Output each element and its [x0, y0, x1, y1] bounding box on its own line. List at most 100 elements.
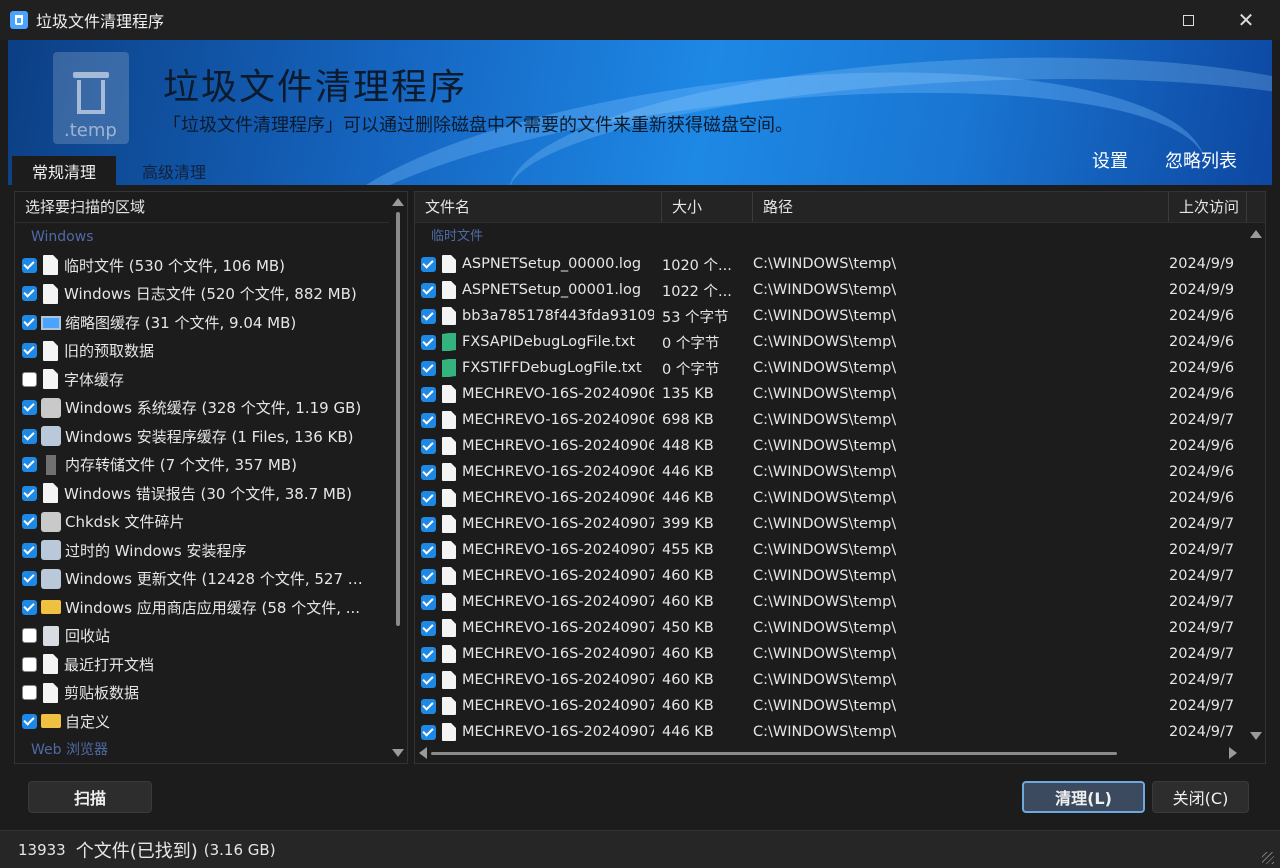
checkbox[interactable]	[421, 542, 436, 558]
scan-area-item[interactable]: 字体缓存	[15, 365, 407, 394]
table-row[interactable]: MECHREVO-16S-20240907... 399 KB C:\WINDOWS…	[415, 511, 1265, 537]
checkbox[interactable]	[421, 308, 436, 324]
checkbox[interactable]	[22, 286, 37, 302]
table-row[interactable]: MECHREVO-16S-20240907... 450 KB C:\WINDOWS…	[415, 615, 1265, 641]
table-row[interactable]: FXSAPIDebugLogFile.txt 0 个字节 C:\WINDOWS\te…	[415, 329, 1265, 355]
table-row[interactable]: MECHREVO-16S-20240907... 460 KB C:\WINDOWS…	[415, 693, 1265, 719]
checkbox[interactable]	[22, 685, 37, 701]
checkbox[interactable]	[421, 724, 436, 740]
scan-area-item[interactable]: 回收站	[15, 622, 407, 651]
scroll-thumb[interactable]	[396, 212, 400, 626]
table-row[interactable]: MECHREVO-16S-20240907... 460 KB C:\WINDOWS…	[415, 563, 1265, 589]
scan-area-item[interactable]: 过时的 Windows 安装程序	[15, 536, 407, 565]
checkbox[interactable]	[22, 542, 37, 558]
close-window-button[interactable]: ✕	[1218, 0, 1274, 40]
h-scroll-thumb[interactable]	[431, 752, 1117, 755]
scroll-left-icon[interactable]	[419, 747, 427, 759]
checkbox[interactable]	[421, 698, 436, 714]
scan-area-label: 字体缓存	[64, 370, 125, 389]
scan-area-item[interactable]: Chkdsk 文件碎片	[15, 508, 407, 537]
checkbox[interactable]	[421, 620, 436, 636]
checkbox[interactable]	[22, 371, 37, 387]
scan-area-item[interactable]: Windows 系统缓存 (328 个文件, 1.19 GB)	[15, 394, 407, 423]
table-row[interactable]: ASPNETSetup_00000.log 1020 个... C:\WINDOWS…	[415, 251, 1265, 277]
table-row[interactable]: MECHREVO-16S-20240907... 460 KB C:\WINDOWS…	[415, 589, 1265, 615]
checkbox[interactable]	[22, 343, 37, 359]
checkbox[interactable]	[421, 438, 436, 454]
checkbox[interactable]	[22, 400, 37, 416]
left-scrollbar[interactable]	[389, 192, 407, 763]
checkbox[interactable]	[421, 386, 436, 402]
checkbox[interactable]	[22, 571, 37, 587]
scroll-up-icon[interactable]	[1250, 230, 1262, 238]
scan-area-item[interactable]: Windows 错误报告 (30 个文件, 38.7 MB)	[15, 479, 407, 508]
table-row[interactable]: FXSTIFFDebugLogFile.txt 0 个字节 C:\WINDOWS\t…	[415, 355, 1265, 381]
resize-grip-icon[interactable]	[1262, 852, 1274, 864]
scan-button[interactable]: 扫描	[28, 781, 152, 813]
checkbox[interactable]	[421, 568, 436, 584]
checkbox[interactable]	[22, 428, 37, 444]
table-row[interactable]: MECHREVO-16S-20240907... 446 KB C:\WINDOWS…	[415, 719, 1265, 745]
close-button[interactable]: 关闭(C)	[1152, 781, 1249, 813]
tab-advanced-clean[interactable]: 高级清理	[124, 156, 224, 185]
checkbox[interactable]	[421, 334, 436, 350]
checkbox[interactable]	[22, 514, 37, 530]
horizontal-scrollbar[interactable]	[415, 743, 1265, 763]
table-row[interactable]: MECHREVO-16S-20240906... 448 KB C:\WINDOWS…	[415, 433, 1265, 459]
table-row[interactable]: MECHREVO-16S-20240907... 460 KB C:\WINDOWS…	[415, 667, 1265, 693]
scan-area-item[interactable]: Windows 日志文件 (520 个文件, 882 MB)	[15, 280, 407, 309]
scan-area-item[interactable]: 最近打开文档	[15, 650, 407, 679]
scroll-down-icon[interactable]	[392, 749, 404, 757]
checkbox[interactable]	[22, 628, 37, 644]
scan-area-item[interactable]: 缩略图缓存 (31 个文件, 9.04 MB)	[15, 308, 407, 337]
scan-area-item[interactable]: 临时文件 (530 个文件, 106 MB)	[15, 251, 407, 280]
table-row[interactable]: MECHREVO-16S-20240906... 446 KB C:\WINDOWS…	[415, 485, 1265, 511]
scan-area-item[interactable]: Windows 安装程序缓存 (1 Files, 136 KB)	[15, 422, 407, 451]
table-row[interactable]: MECHREVO-16S-20240906... 446 KB C:\WINDOWS…	[415, 459, 1265, 485]
checkbox[interactable]	[22, 314, 37, 330]
scan-area-item[interactable]: 自定义	[15, 707, 407, 736]
right-scrollbar[interactable]	[1247, 192, 1265, 742]
checkbox[interactable]	[421, 594, 436, 610]
scroll-up-icon[interactable]	[392, 198, 404, 206]
scroll-down-icon[interactable]	[1250, 732, 1262, 740]
ignore-list-link[interactable]: 忽略列表	[1165, 147, 1237, 173]
settings-link[interactable]: 设置	[1092, 147, 1128, 173]
checkbox[interactable]	[421, 256, 436, 272]
checkbox[interactable]	[421, 412, 436, 428]
scroll-right-icon[interactable]	[1229, 747, 1237, 759]
checkbox[interactable]	[421, 282, 436, 298]
clean-button[interactable]: 清理(L)	[1022, 781, 1145, 813]
scan-area-item[interactable]: Windows 更新文件 (12428 个文件, 527 MB)	[15, 565, 407, 594]
table-row[interactable]: ASPNETSetup_00001.log 1022 个... C:\WINDOWS…	[415, 277, 1265, 303]
checkbox[interactable]	[22, 457, 37, 473]
tab-normal-clean[interactable]: 常规清理	[12, 156, 116, 185]
scan-area-item[interactable]: 剪贴板数据	[15, 679, 407, 708]
checkbox[interactable]	[22, 485, 37, 501]
checkbox[interactable]	[421, 360, 436, 376]
table-row[interactable]: MECHREVO-16S-20240906... 135 KB C:\WINDOWS…	[415, 381, 1265, 407]
maximize-button[interactable]	[1160, 0, 1216, 40]
checkbox[interactable]	[421, 646, 436, 662]
checkbox[interactable]	[22, 713, 37, 729]
checkbox[interactable]	[421, 464, 436, 480]
table-row[interactable]: bb3a785178f443fda931098... 53 个字节 C:\WINDO…	[415, 303, 1265, 329]
column-header-name[interactable]: 文件名	[415, 192, 662, 222]
scan-area-item[interactable]: Windows 应用商店应用缓存 (58 个文件, ...	[15, 593, 407, 622]
column-header-last-access[interactable]: 上次访问	[1169, 192, 1247, 222]
table-row[interactable]: MECHREVO-16S-20240906... 698 KB C:\WINDOWS…	[415, 407, 1265, 433]
scan-area-item[interactable]: 内存转储文件 (7 个文件, 357 MB)	[15, 451, 407, 480]
column-header-size[interactable]: 大小	[662, 192, 753, 222]
table-row[interactable]: MECHREVO-16S-20240907... 455 KB C:\WINDOWS…	[415, 537, 1265, 563]
checkbox[interactable]	[22, 257, 37, 273]
scan-area-label: Windows 应用商店应用缓存 (58 个文件, ...	[65, 598, 361, 617]
checkbox[interactable]	[421, 490, 436, 506]
checkbox[interactable]	[421, 672, 436, 688]
dvd-icon	[41, 540, 61, 561]
scan-area-item[interactable]: 旧的预取数据	[15, 337, 407, 366]
checkbox[interactable]	[421, 516, 436, 532]
checkbox[interactable]	[22, 599, 37, 615]
table-row[interactable]: MECHREVO-16S-20240907... 460 KB C:\WINDOWS…	[415, 641, 1265, 667]
column-header-path[interactable]: 路径	[753, 192, 1169, 222]
checkbox[interactable]	[22, 656, 37, 672]
